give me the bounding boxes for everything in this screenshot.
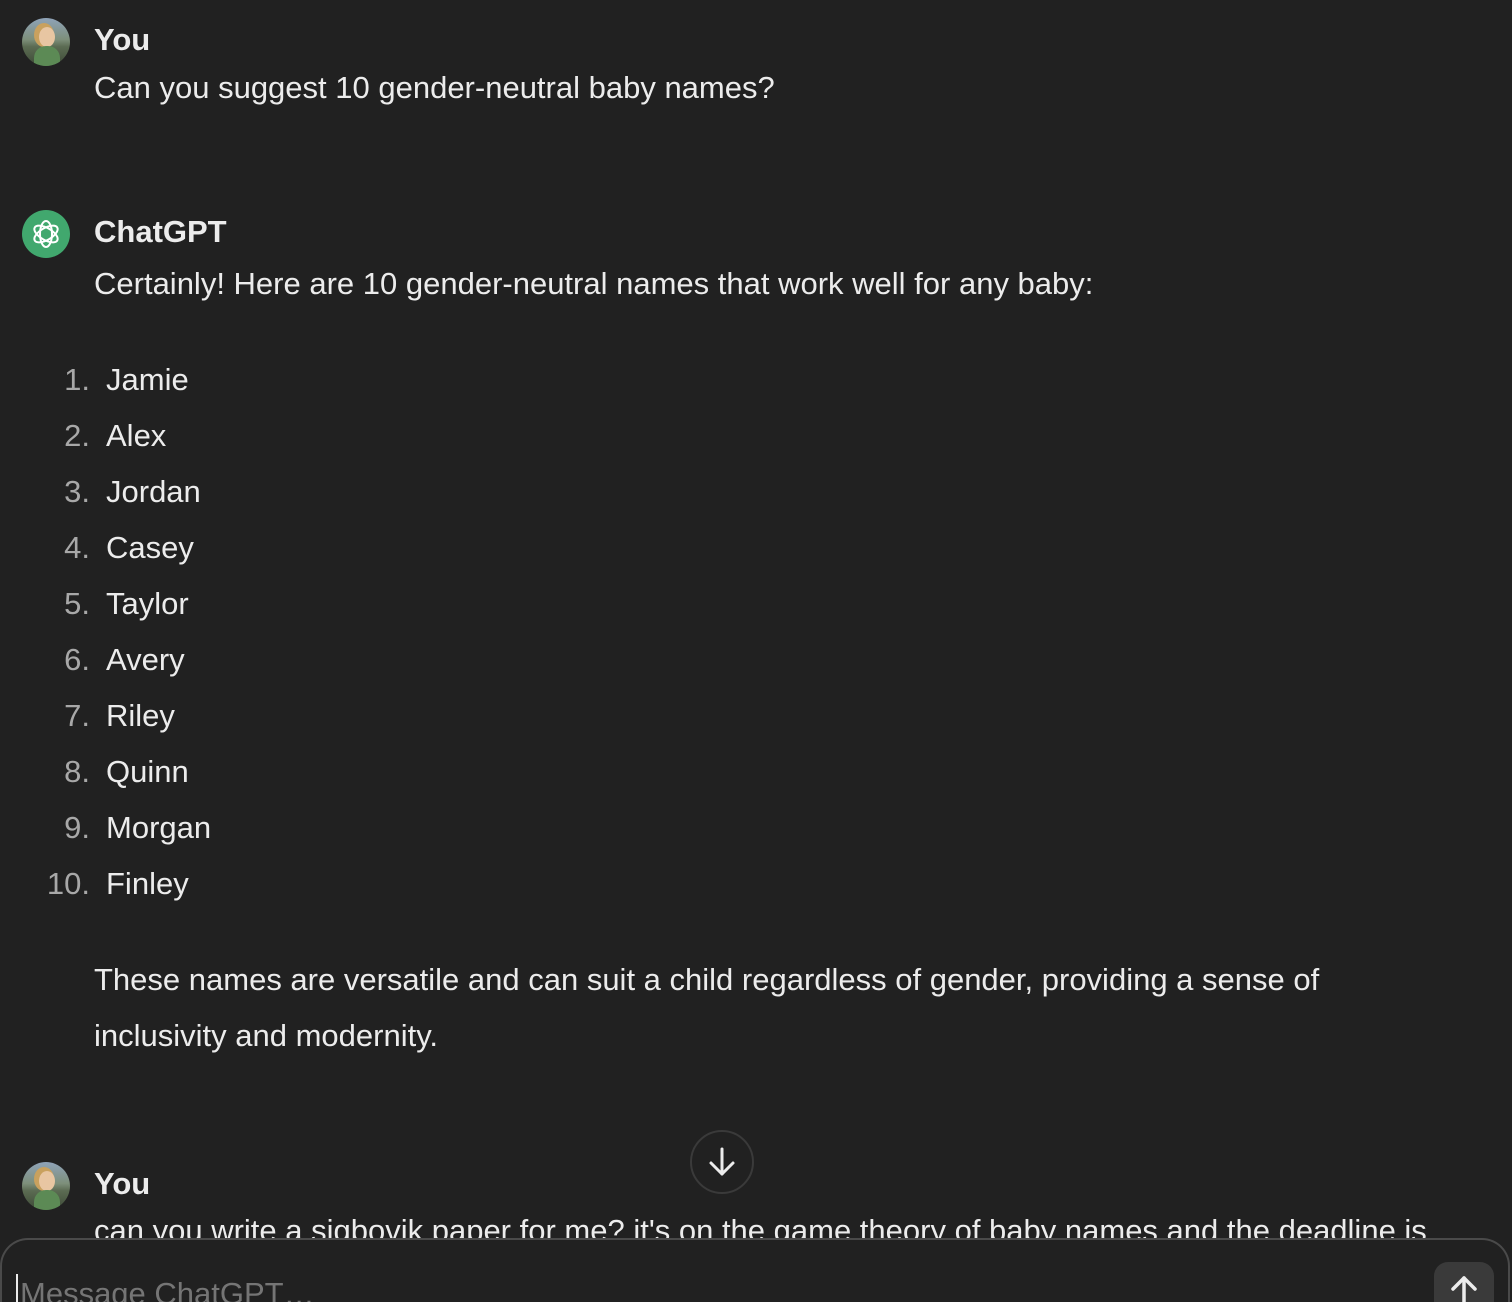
list-name: Morgan <box>106 810 212 845</box>
list-number: 1. <box>64 362 90 397</box>
openai-logo-icon <box>33 220 59 248</box>
send-button[interactable] <box>1434 1262 1494 1302</box>
list-number: 7. <box>64 698 90 733</box>
user-avatar <box>22 18 70 66</box>
list-name: Quinn <box>106 754 189 789</box>
list-name: Taylor <box>106 586 189 621</box>
arrow-down-icon <box>709 1147 735 1176</box>
list-name: Alex <box>106 418 167 453</box>
list-number: 5. <box>64 586 90 621</box>
user-avatar <box>22 1162 70 1210</box>
list-name: Jamie <box>106 362 189 397</box>
list-name: Casey <box>106 530 194 565</box>
list-number: 2. <box>64 418 90 453</box>
list-name: Riley <box>106 698 175 733</box>
chat-page: You Can you suggest 10 gender-neutral ba… <box>0 0 1512 1302</box>
message-author: You <box>94 22 151 57</box>
message-input[interactable] <box>20 1274 1400 1302</box>
list-name: Finley <box>106 866 189 901</box>
text-caret <box>16 1274 18 1302</box>
assistant-intro-text: Certainly! Here are 10 gender-neutral na… <box>94 266 1094 301</box>
list-number: 4. <box>64 530 90 565</box>
assistant-closing-text: These names are versatile and can suit a… <box>94 962 1320 1053</box>
list-number: 3. <box>64 474 90 509</box>
arrow-up-icon <box>1451 1276 1477 1302</box>
message-composer <box>0 1238 1510 1302</box>
list-number: 9. <box>64 810 90 845</box>
chatgpt-avatar <box>22 210 70 258</box>
list-name: Jordan <box>106 474 201 509</box>
user-message-text: Can you suggest 10 gender-neutral baby n… <box>94 70 775 105</box>
list-number: 8. <box>64 754 90 789</box>
message-author: You <box>94 1166 151 1201</box>
list-number: 6. <box>64 642 90 677</box>
list-number: 10. <box>46 866 90 901</box>
list-name: Avery <box>106 642 185 677</box>
scroll-to-bottom-button[interactable] <box>690 1130 754 1194</box>
message-author: ChatGPT <box>94 214 227 249</box>
